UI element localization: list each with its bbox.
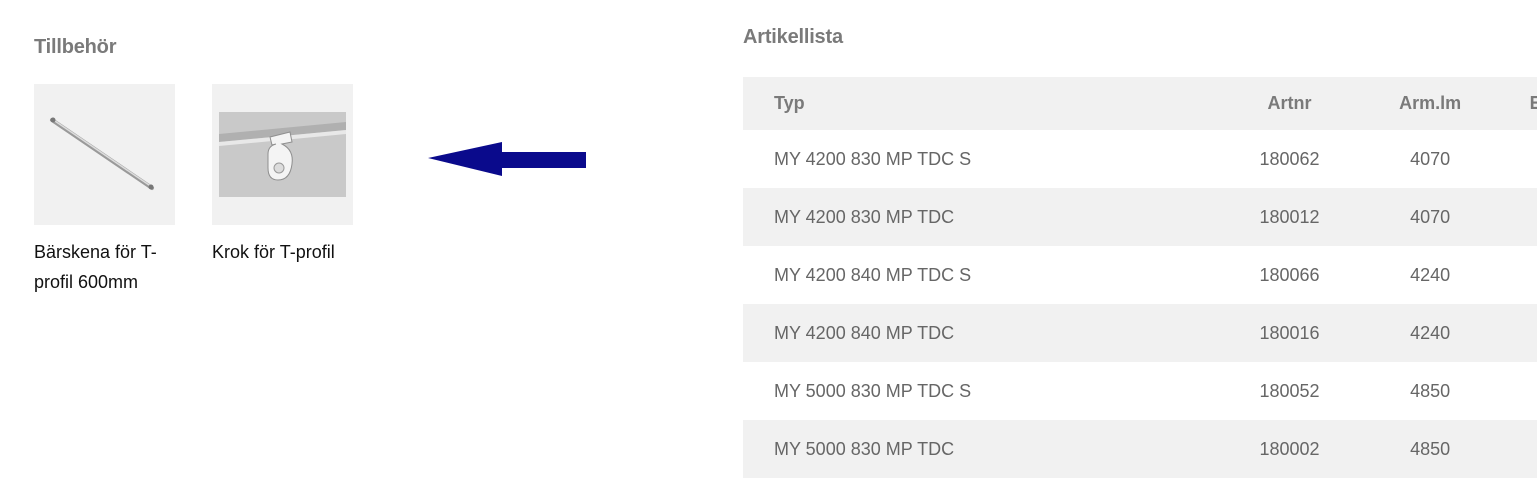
article-table: Typ Artnr Arm.lm Effekt MY 4200 830 MP T… <box>743 77 1537 478</box>
cell-armlm: 4850 <box>1410 438 1451 459</box>
cell-artnr: 180012 <box>1259 206 1320 227</box>
table-header-row: Typ Artnr Arm.lm Effekt <box>743 77 1537 130</box>
cell-typ: MY 5000 830 MP TDC <box>774 438 955 459</box>
cell-armlm: 4070 <box>1410 206 1451 227</box>
cell-armlm: 4070 <box>1410 148 1451 169</box>
accessory-card-hook[interactable]: Krok för T-profil <box>212 84 362 267</box>
table-row[interactable]: MY 5000 830 MP TDC S 180052 4850 40 <box>743 362 1537 420</box>
column-header-armlm[interactable]: Arm.lm <box>1354 77 1506 130</box>
cell-artnr: 180062 <box>1259 148 1320 169</box>
cell-typ: MY 4200 840 MP TDC S <box>774 264 972 285</box>
rail-rod-image[interactable] <box>34 84 175 225</box>
column-header-effekt[interactable]: Effekt <box>1506 77 1537 130</box>
cell-effekt: 35 <box>1506 246 1537 304</box>
accessories-title: Tillbehör <box>34 36 117 58</box>
cell-typ: MY 4200 840 MP TDC <box>774 322 955 343</box>
cell-typ: MY 4200 830 MP TDC S <box>774 148 972 169</box>
cell-effekt: 40 <box>1506 362 1537 420</box>
cell-artnr: 180002 <box>1259 438 1320 459</box>
cell-armlm: 4850 <box>1410 380 1451 401</box>
table-row[interactable]: MY 4200 840 MP TDC S 180066 4240 35 <box>743 246 1537 304</box>
cell-typ: MY 5000 830 MP TDC S <box>774 380 972 401</box>
accessory-card-rail[interactable]: Bärskena för T-profil 600mm <box>34 84 184 297</box>
cell-artnr: 180052 <box>1259 380 1320 401</box>
cell-artnr: 180066 <box>1259 264 1320 285</box>
cell-artnr: 180016 <box>1259 322 1320 343</box>
article-list-title: Artikellista <box>743 26 843 48</box>
table-row[interactable]: MY 4200 840 MP TDC 180016 4240 35 <box>743 304 1537 362</box>
table-row[interactable]: MY 4200 830 MP TDC 180012 4070 35 <box>743 188 1537 246</box>
left-arrow-icon <box>428 142 586 176</box>
column-header-artnr[interactable]: Artnr <box>1225 77 1354 130</box>
table-row[interactable]: MY 5000 830 MP TDC 180002 4850 40 <box>743 420 1537 478</box>
accessory-label-rail[interactable]: Bärskena för T-profil 600mm <box>34 237 184 297</box>
cell-armlm: 4240 <box>1410 322 1451 343</box>
accessory-label-hook[interactable]: Krok för T-profil <box>212 237 362 267</box>
cell-effekt: 35 <box>1506 130 1537 188</box>
cell-effekt: 35 <box>1506 304 1537 362</box>
cell-armlm: 4240 <box>1410 264 1451 285</box>
cell-effekt: 40 <box>1506 420 1537 478</box>
cell-typ: MY 4200 830 MP TDC <box>774 206 955 227</box>
ceiling-hook-image[interactable] <box>212 84 353 225</box>
column-header-typ[interactable]: Typ <box>743 77 1225 130</box>
cell-effekt: 35 <box>1506 188 1537 246</box>
table-row[interactable]: MY 4200 830 MP TDC S 180062 4070 35 <box>743 130 1537 188</box>
